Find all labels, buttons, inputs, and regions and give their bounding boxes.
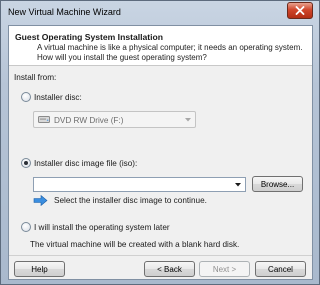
window-title: New Virtual Machine Wizard: [8, 7, 121, 17]
back-button[interactable]: < Back: [144, 261, 195, 277]
iso-path-combobox[interactable]: [33, 177, 246, 192]
chevron-down-icon: [185, 118, 191, 122]
info-arrow-icon: [33, 195, 48, 206]
chevron-down-icon[interactable]: [235, 183, 241, 187]
wizard-content: Guest Operating System Installation A vi…: [8, 25, 313, 280]
iso-hint-text: Select the installer disc image to conti…: [54, 196, 207, 205]
drive-select-value: DVD RW Drive (F:): [54, 116, 124, 125]
wizard-window: New Virtual Machine Wizard Guest Operati…: [0, 0, 320, 285]
iso-radio[interactable]: [21, 158, 31, 168]
close-x-icon: [295, 6, 305, 15]
title-bar[interactable]: New Virtual Machine Wizard: [1, 1, 319, 25]
dvd-drive-icon: [38, 116, 50, 123]
close-button[interactable]: [287, 2, 313, 19]
page-subtitle: A virtual machine is like a physical com…: [37, 43, 303, 62]
browse-button[interactable]: Browse...: [252, 176, 303, 192]
drive-select[interactable]: DVD RW Drive (F:): [33, 111, 196, 128]
installer-disc-label[interactable]: Installer disc:: [34, 93, 82, 102]
header-band: Guest Operating System Installation A vi…: [9, 26, 312, 66]
install-later-radio[interactable]: [21, 222, 31, 232]
page-title: Guest Operating System Installation: [15, 32, 164, 42]
iso-label[interactable]: Installer disc image file (iso):: [34, 159, 137, 168]
install-later-description: The virtual machine will be created with…: [30, 240, 240, 249]
install-later-label[interactable]: I will install the operating system late…: [34, 223, 170, 232]
footer-divider: [9, 255, 312, 256]
next-button[interactable]: Next >: [199, 261, 250, 277]
installer-disc-radio[interactable]: [21, 92, 31, 102]
cancel-button[interactable]: Cancel: [255, 261, 306, 277]
help-button[interactable]: Help: [14, 261, 65, 277]
install-from-label: Install from:: [14, 73, 57, 82]
